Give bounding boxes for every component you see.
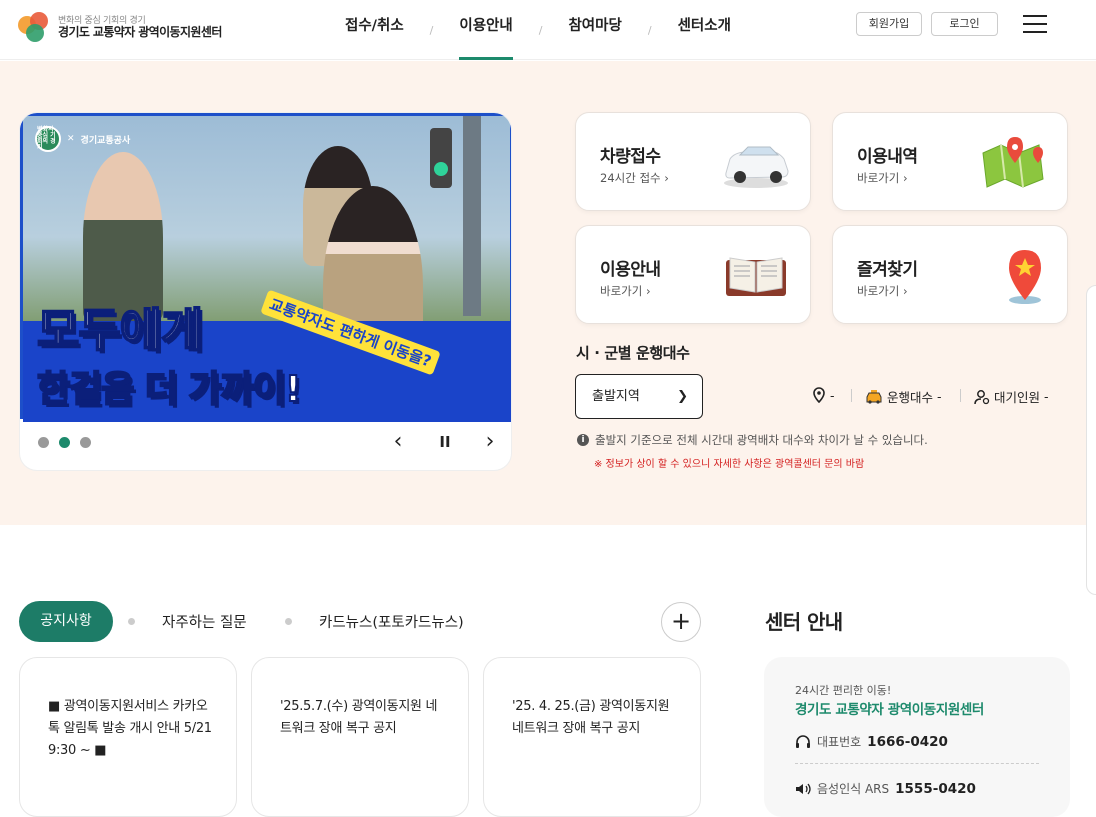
center-tagline: 24시간 편리한 이동! — [795, 684, 892, 697]
location-pin-icon — [813, 387, 825, 403]
slider-dot[interactable] — [80, 437, 91, 448]
select-value: 출발지역 — [592, 389, 640, 404]
main-banner-slider: 변화의 중심 기회의 경기 ✕ 경기교통공사 모두에게 한걸음 더 가까이! 교… — [19, 112, 512, 471]
notice-card[interactable]: ■ 광역이동지원서비스 카카오톡 알림톡 발송 개시 안내 5/21 9:30 … — [19, 657, 237, 817]
gyeonggi-badge-icon: 변화의 중심 기회의 경기 — [35, 126, 61, 152]
nav-item-about[interactable]: 센터소개 — [678, 0, 731, 60]
divider — [960, 389, 961, 402]
nav-separator: / — [538, 23, 543, 37]
slider-pause-button[interactable]: II — [434, 433, 456, 451]
cross-icon: ✕ — [67, 134, 75, 144]
center-info-title: 센터 안내 — [765, 610, 843, 634]
rep-label: 대표번호 — [817, 735, 862, 749]
notice-card[interactable]: '25.5.7.(수) 광역이동지원 네트워크 장애 복구 공지 — [251, 657, 469, 817]
nav-item-participation[interactable]: 참여마당 — [568, 0, 621, 60]
quick-card-usage-guide[interactable]: 이용안내 바로가기 › — [575, 225, 811, 324]
site-header: 변화의 중심 기회의 경기 경기도 교통약자 광역이동지원센터 접수/취소 / … — [0, 0, 1096, 60]
taxi-icon — [866, 389, 882, 404]
slider-dot[interactable] — [38, 437, 49, 448]
tab-separator-dot — [285, 618, 292, 625]
slider-pagination — [38, 437, 91, 448]
stat-waiting: 대기인원 - — [974, 387, 1049, 406]
stat-waiting-label: 대기인원 — [994, 390, 1041, 405]
book-icon — [726, 257, 786, 296]
nav-separator: / — [647, 23, 652, 37]
tab-card-news[interactable]: 카드뉴스(포토카드뉴스) — [319, 611, 464, 632]
notice-title: '25. 4. 25.(금) 광역이동지원 네트워크 장애 복구 공지 — [512, 699, 670, 736]
banner-image[interactable]: 변화의 중심 기회의 경기 ✕ 경기교통공사 모두에게 한걸음 더 가까이! 교… — [20, 113, 511, 422]
banner-headline-1: 모두에게 — [36, 302, 204, 358]
location-star-icon — [1009, 250, 1041, 304]
stat-vehicles: 운행대수 - — [865, 387, 942, 406]
stat-waiting-value: - — [1044, 389, 1049, 404]
center-name: 경기도 교통약자 광역이동지원센터 — [795, 702, 984, 718]
notice-title: '25.5.7.(수) 광역이동지원 네트워크 장애 복구 공지 — [280, 699, 438, 736]
stat-location-value: - — [830, 387, 835, 403]
slider-next-button[interactable]: › — [479, 429, 501, 454]
stats-warning: ※ 정보가 상이 할 수 있으니 자세한 사항은 광역콜센터 문의 바람 — [594, 459, 865, 470]
slider-prev-button[interactable]: ‹ — [387, 429, 409, 454]
notice-title: ■ 광역이동지원서비스 카카오톡 알림톡 발송 개시 안내 5/21 9:30 … — [48, 699, 212, 758]
region-stats-title: 시 · 군별 운행대수 — [576, 344, 690, 362]
nav-item-guide[interactable]: 이용안내 — [459, 0, 514, 60]
info-icon: i — [577, 434, 589, 446]
banner-partner-logos: 변화의 중심 기회의 경기 ✕ 경기교통공사 — [35, 126, 130, 152]
login-button[interactable]: 로그인 — [931, 12, 998, 36]
divider — [851, 389, 852, 402]
nav-item-reception[interactable]: 접수/취소 — [345, 0, 404, 60]
stat-location: - — [812, 387, 835, 403]
tab-notices[interactable]: 공지사항 — [19, 601, 113, 642]
ars-number[interactable]: 1555-0420 — [895, 781, 976, 797]
ars-number-row: 음성인식 ARS 1555-0420 — [795, 780, 976, 797]
info-text: 출발지 기준으로 전체 시간대 광역배차 대수와 차이가 날 수 있습니다. — [595, 433, 928, 447]
chevron-down-icon: ❯ — [677, 389, 688, 404]
quick-card-usage-history[interactable]: 이용내역 바로가기 › — [832, 112, 1068, 211]
card-title: 즐겨찾기 — [857, 260, 918, 280]
car-icon — [724, 146, 789, 188]
gtc-logo-text: 경기교통공사 — [80, 135, 131, 146]
tab-separator-dot — [128, 618, 135, 625]
signup-button[interactable]: 회원가입 — [856, 12, 922, 36]
slider-dot-active[interactable] — [59, 437, 70, 448]
ars-label: 음성인식 ARS — [817, 782, 890, 796]
site-logo[interactable]: 변화의 중심 기회의 경기 경기도 교통약자 광역이동지원센터 — [18, 12, 222, 44]
card-title: 이용내역 — [857, 147, 918, 167]
speaker-icon — [796, 783, 811, 794]
logo-icon — [18, 12, 52, 44]
card-link[interactable]: 바로가기 › — [857, 283, 908, 299]
quick-card-vehicle-reception[interactable]: 차량접수 24시간 접수 › — [575, 112, 811, 211]
headset-icon — [796, 734, 810, 748]
stats-info-note: i 출발지 기준으로 전체 시간대 광역배차 대수와 차이가 날 수 있습니다. — [577, 432, 928, 448]
tab-faq[interactable]: 자주하는 질문 — [162, 611, 247, 632]
banner-headline-2: 한걸음 더 가까이! — [36, 368, 302, 411]
nav-separator: / — [429, 23, 434, 37]
departure-region-select[interactable]: 출발지역 ❯ — [575, 374, 703, 419]
center-info-box: 24시간 편리한 이동! 경기도 교통약자 광역이동지원센터 대표번호 1666… — [764, 657, 1070, 817]
rep-number[interactable]: 1666-0420 — [867, 734, 948, 750]
traffic-light-icon — [430, 128, 452, 188]
side-quick-panel[interactable] — [1086, 285, 1096, 595]
person-icon — [974, 389, 990, 404]
traffic-pole — [463, 116, 481, 316]
logo-title: 경기도 교통약자 광역이동지원센터 — [58, 25, 222, 40]
card-link[interactable]: 바로가기 › — [857, 170, 908, 186]
stat-vehicles-value: - — [937, 389, 942, 404]
card-title: 차량접수 — [600, 147, 661, 167]
divider — [795, 763, 1039, 764]
rep-number-row: 대표번호 1666-0420 — [795, 733, 948, 750]
hamburger-menu-icon[interactable] — [1023, 15, 1047, 35]
main-nav: 접수/취소 / 이용안내 / 참여마당 / 센터소개 — [345, 0, 731, 60]
quick-card-favorites[interactable]: 즐겨찾기 바로가기 › — [832, 225, 1068, 324]
card-title: 이용안내 — [600, 260, 661, 280]
card-link[interactable]: 바로가기 › — [600, 283, 651, 299]
stat-vehicles-label: 운행대수 — [887, 390, 934, 405]
notice-card[interactable]: '25. 4. 25.(금) 광역이동지원 네트워크 장애 복구 공지 — [483, 657, 701, 817]
map-icon — [982, 137, 1044, 188]
more-plus-button[interactable]: + — [661, 602, 701, 642]
card-link[interactable]: 24시간 접수 › — [600, 170, 669, 186]
